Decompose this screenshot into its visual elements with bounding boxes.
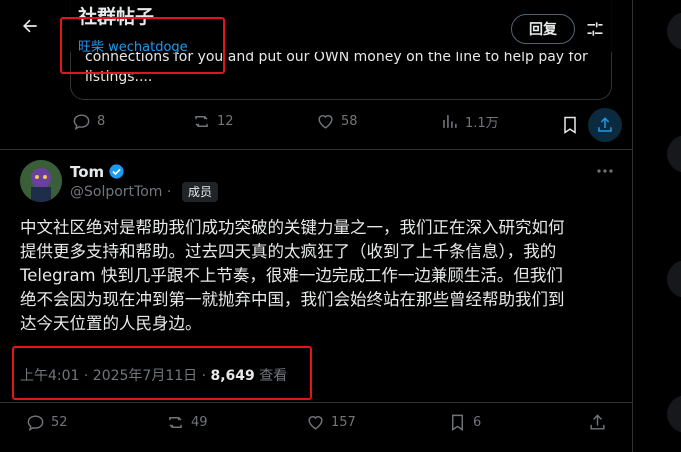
quoted-line-2: listings.... xyxy=(85,69,153,85)
tweet-view-count: 8,649 xyxy=(210,368,255,384)
author-name[interactable]: Tom xyxy=(70,163,104,181)
tweet-timestamp[interactable]: 上午4:01 · 2025年7月11日 · xyxy=(20,368,206,384)
member-badge: 成员 xyxy=(182,182,219,202)
like-action[interactable]: 58 xyxy=(316,112,358,131)
tweet-line: 绝不会因为现在冲到第一就抛弃中国，我们会始终站在那些曾经帮助我们到 xyxy=(20,290,565,309)
top-header: 社群帖子 旺柴 wechatdoge 回复 xyxy=(0,0,632,55)
reply-action[interactable]: 52 xyxy=(26,413,68,432)
reply-count: 52 xyxy=(51,415,68,430)
sliders-icon[interactable] xyxy=(585,19,605,39)
bookmark-action[interactable]: 6 xyxy=(448,413,481,432)
tweet-meta: 上午4:01 · 2025年7月11日 · 8,649 查看 xyxy=(20,365,287,385)
heart-icon xyxy=(318,115,333,129)
share-icon xyxy=(590,414,605,430)
bookmark-count: 6 xyxy=(473,415,482,430)
reply-icon xyxy=(73,114,90,131)
more-options-icon[interactable] xyxy=(596,168,614,174)
verified-badge-icon xyxy=(109,164,124,179)
author-handle[interactable]: @SolportTom · xyxy=(70,184,171,200)
right-sidebar xyxy=(633,0,681,452)
retweet-count: 49 xyxy=(191,415,208,430)
community-name[interactable]: 旺柴 wechatdoge xyxy=(78,36,188,55)
sidebar-button[interactable] xyxy=(667,12,681,50)
views-action[interactable]: 1.1万 xyxy=(440,112,499,131)
share-icon xyxy=(598,117,612,132)
heart-icon xyxy=(308,416,323,430)
retweet-count: 12 xyxy=(217,114,234,129)
analytics-icon xyxy=(443,115,457,128)
tweet-actions-bar: 52 49 157 6 xyxy=(0,413,632,443)
tweet-line: Telegram 快到几乎跟不上节奏，很难一边完成工作一边兼顾生活。但我们 xyxy=(20,266,563,285)
back-arrow-icon[interactable] xyxy=(20,16,40,36)
tweet-line: 达今天位置的人民身边。 xyxy=(20,314,202,333)
like-count: 58 xyxy=(341,114,358,129)
avatar[interactable] xyxy=(20,160,62,202)
share-action[interactable] xyxy=(588,413,613,432)
sidebar-button[interactable] xyxy=(667,260,681,298)
conversation-column: connections for you and put our OWN mone… xyxy=(0,0,633,452)
retweet-icon xyxy=(195,116,208,127)
like-count: 157 xyxy=(331,415,356,430)
tweet-line: 中文社区绝对是帮助我们成功突破的关键力量之一，我们正在深入研究如何 xyxy=(20,218,565,237)
avatar-image xyxy=(20,160,62,202)
handle-separator: · xyxy=(166,184,172,200)
like-action[interactable]: 157 xyxy=(306,413,356,432)
bookmark-icon[interactable] xyxy=(560,115,580,135)
sidebar-button[interactable] xyxy=(667,395,681,433)
tweet-line: 提供更多支持和帮助。过去四天真的太疯狂了（收到了上千条信息），我的 xyxy=(20,242,557,261)
reply-icon xyxy=(27,415,44,432)
retweet-action[interactable]: 12 xyxy=(192,112,234,131)
reply-button[interactable]: 回复 xyxy=(511,14,575,44)
reply-action[interactable]: 8 xyxy=(72,112,105,131)
sidebar-button[interactable] xyxy=(667,135,681,173)
divider xyxy=(0,402,632,403)
views-count: 1.1万 xyxy=(465,116,499,131)
bookmark-icon xyxy=(452,414,463,431)
retweet-icon xyxy=(169,417,182,428)
handle-text: @SolportTom xyxy=(70,184,163,200)
divider xyxy=(0,149,632,150)
share-button[interactable] xyxy=(588,108,622,142)
quoted-actions-bar: 8 12 58 1.1万 xyxy=(0,112,632,142)
reply-count: 8 xyxy=(97,114,106,129)
retweet-action[interactable]: 49 xyxy=(166,413,208,432)
page-title: 社群帖子 xyxy=(78,6,155,28)
views-label: 查看 xyxy=(259,368,288,384)
tweet-text: 中文社区绝对是帮助我们成功突破的关键力量之一，我们正在深入研究如何 提供更多支持… xyxy=(20,216,620,336)
